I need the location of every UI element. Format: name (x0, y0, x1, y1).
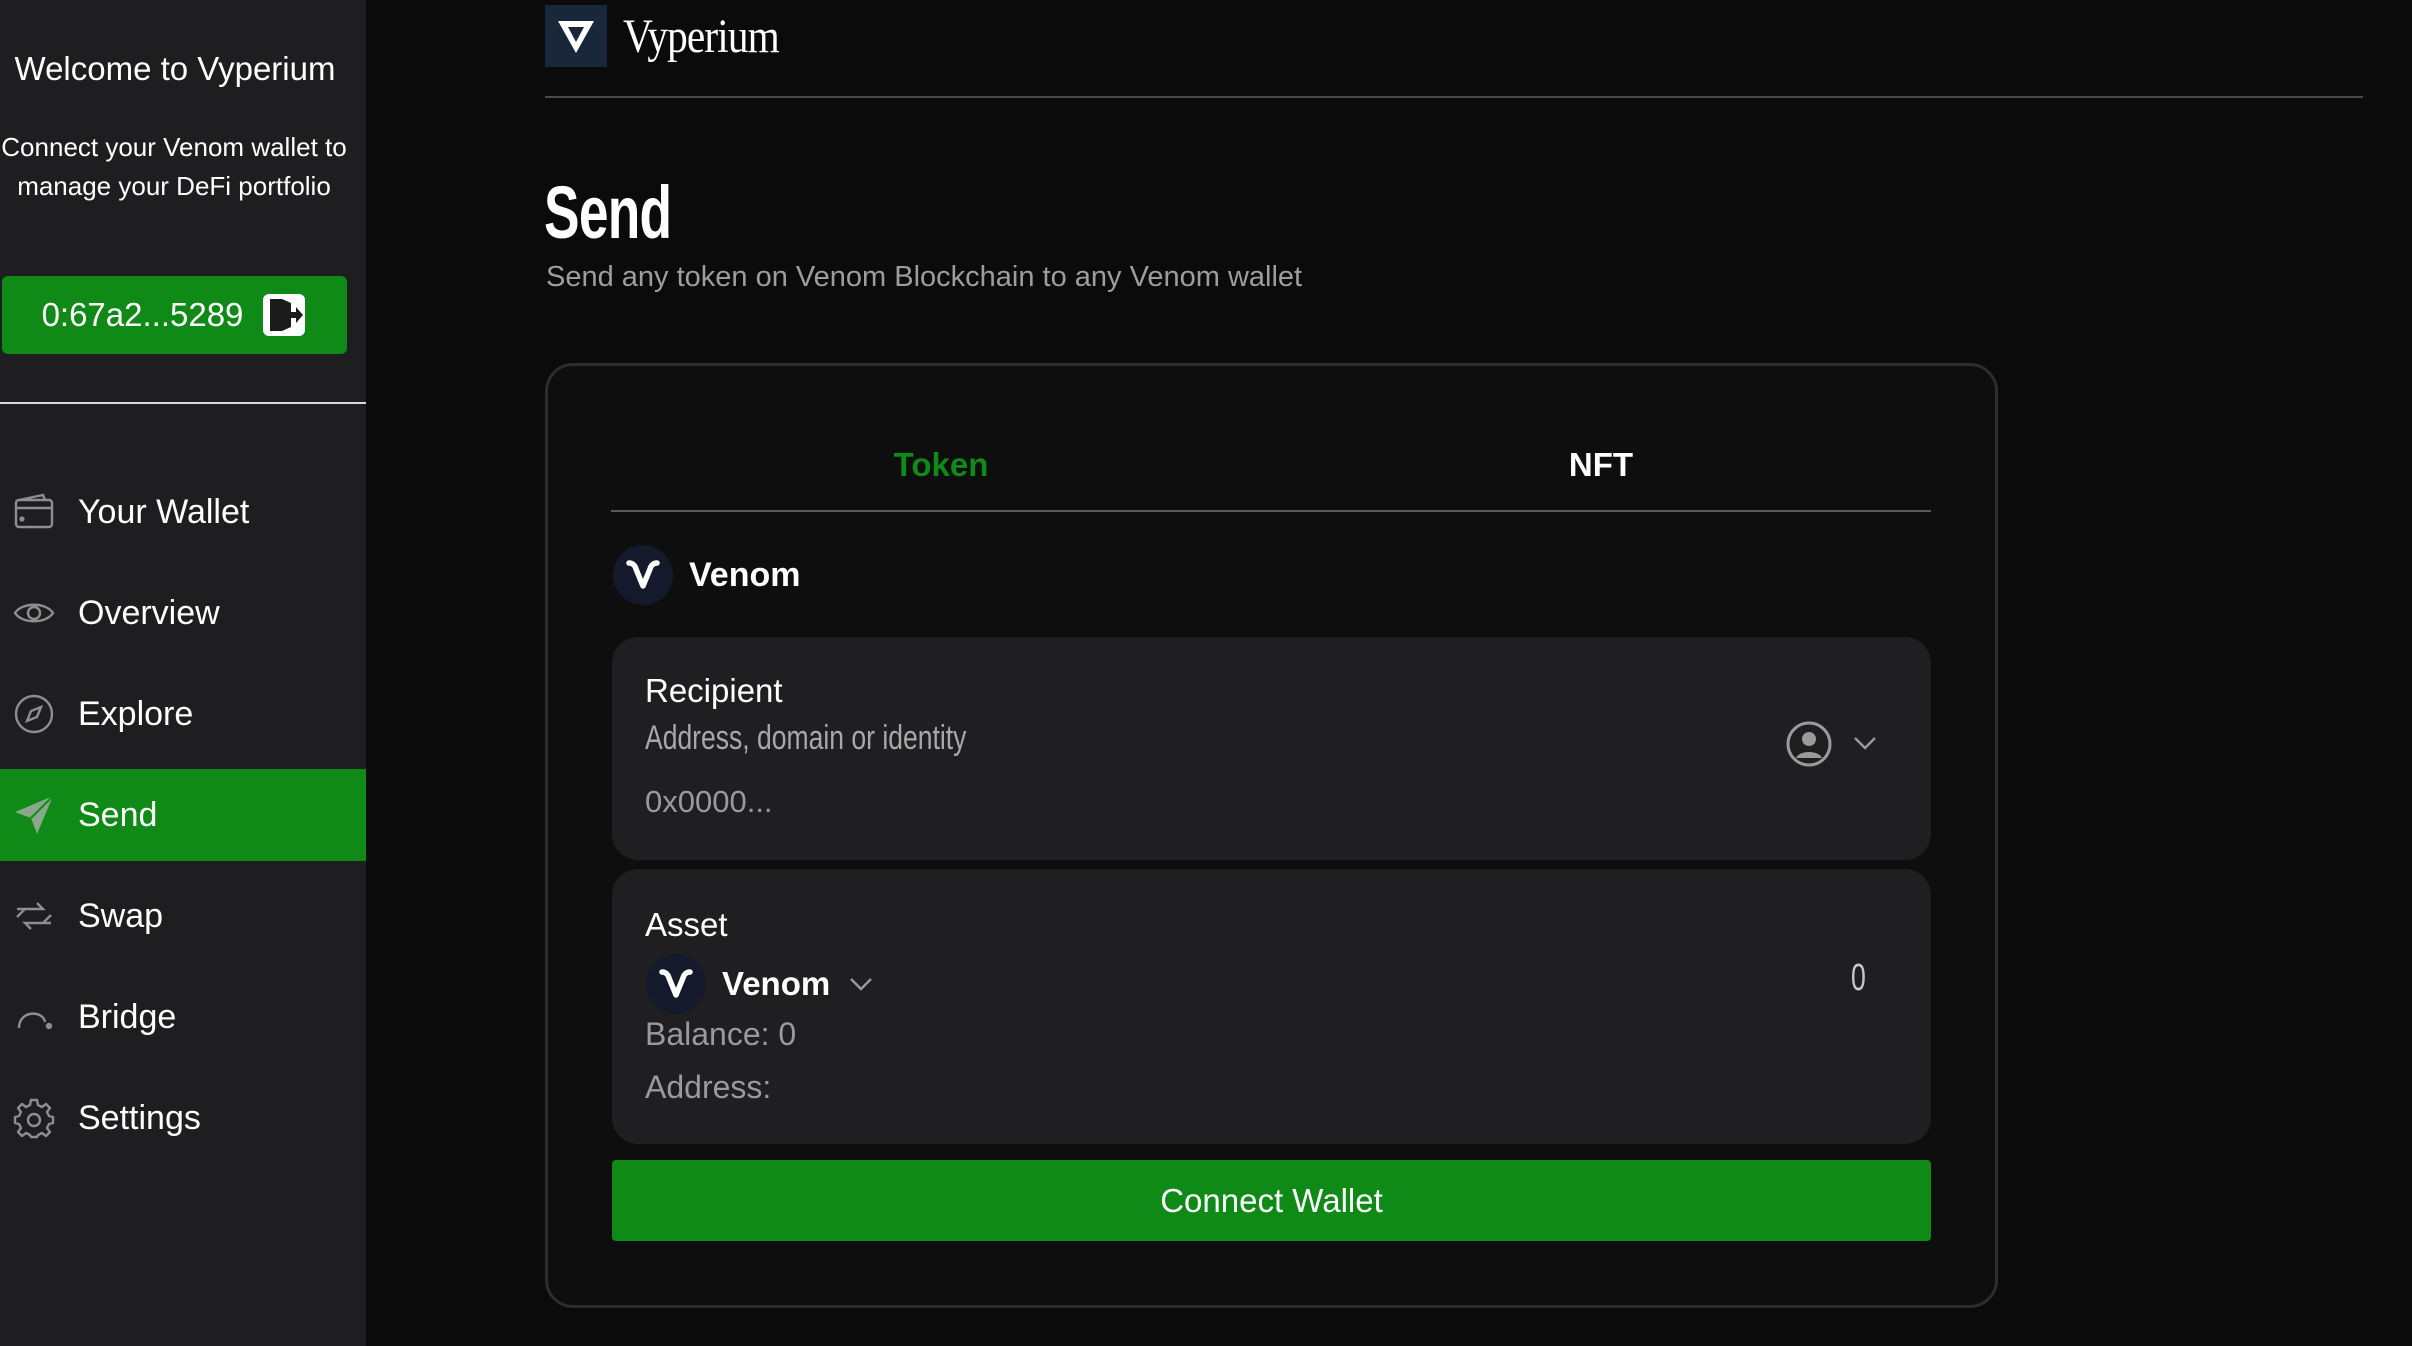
recipient-input[interactable]: 0x0000... (645, 784, 773, 820)
sidebar-item-label: Settings (78, 1098, 201, 1137)
chevron-down-icon (850, 978, 873, 991)
sidebar-item-label: Bridge (78, 997, 177, 1036)
asset-address: Address: (645, 1069, 772, 1105)
brand-name: Vyperium (623, 9, 780, 63)
recipient-panel[interactable]: Recipient Address, domain or identity 0x… (612, 637, 1931, 860)
bridge-icon (17, 1012, 53, 1030)
amount-input[interactable]: 0 (1851, 957, 1866, 1000)
chevron-down-icon[interactable] (1852, 733, 1878, 753)
connect-wallet-button[interactable]: Connect Wallet (612, 1160, 1931, 1241)
welcome-text: Connect your Venom wallet to manage your… (1, 132, 347, 201)
selected-token-name: Venom (689, 555, 801, 594)
welcome-title: Welcome to Vyperium (14, 50, 336, 87)
selected-token-header: Venom (612, 544, 800, 606)
venom-logo-icon (613, 545, 673, 605)
asset-label: Asset (645, 906, 728, 943)
sidebar: Welcome to Vyperium Connect your Venom w… (0, 0, 366, 1346)
sidebar-item-label: Swap (78, 896, 164, 935)
header-divider (545, 96, 2363, 98)
sidebar-item-swap[interactable]: Swap (0, 870, 366, 962)
logout-icon[interactable] (261, 292, 307, 338)
sidebar-item-overview[interactable]: Overview (0, 567, 366, 659)
brand[interactable]: Vyperium (545, 5, 804, 67)
asset-select[interactable]: Venom (645, 953, 874, 1015)
sidebar-divider (0, 402, 366, 404)
venom-logo-icon (646, 954, 706, 1014)
asset-balance: Balance: 0 (645, 1016, 797, 1052)
tabs-divider (611, 510, 1931, 512)
sidebar-item-explore[interactable]: Explore (0, 668, 366, 760)
sidebar-item-label: Send (78, 795, 158, 834)
sidebar-item-your-wallet[interactable]: Your Wallet (0, 466, 366, 558)
compass-icon (14, 694, 54, 734)
swap-icon (16, 902, 52, 930)
tab-token[interactable]: Token (611, 420, 1271, 510)
tab-nft[interactable]: NFT (1271, 420, 1931, 510)
sidebar-item-label: Overview (78, 593, 220, 632)
wallet-address: 0:67a2...5289 (41, 296, 244, 333)
user-circle-icon[interactable] (1785, 720, 1833, 768)
wallet-address-button[interactable]: 0:67a2...5289 (2, 276, 347, 354)
wallet-icon (14, 493, 54, 529)
sidebar-item-settings[interactable]: Settings (0, 1072, 366, 1164)
recipient-hint: Address, domain or identity (645, 719, 967, 757)
asset-name: Venom (722, 965, 831, 1002)
sidebar-item-label: Explore (78, 694, 194, 733)
sidebar-item-bridge[interactable]: Bridge (0, 971, 366, 1063)
eye-icon (13, 603, 55, 623)
recipient-label: Recipient (645, 672, 783, 709)
send-icon (15, 795, 54, 834)
send-tabs: Token NFT (611, 420, 1931, 510)
sidebar-item-label: Your Wallet (78, 492, 250, 531)
vyperium-logo-icon (545, 5, 607, 67)
page-subtitle: Send any token on Venom Blockchain to an… (546, 261, 1303, 293)
gear-icon (13, 1098, 55, 1139)
page-title: Send (544, 171, 672, 254)
asset-panel: Asset Venom 0 Balance: 0 Address: (612, 869, 1931, 1144)
sidebar-nav: Your Wallet Overview Explore Send Swap B… (0, 466, 366, 1173)
sidebar-item-send[interactable]: Send (0, 769, 366, 861)
